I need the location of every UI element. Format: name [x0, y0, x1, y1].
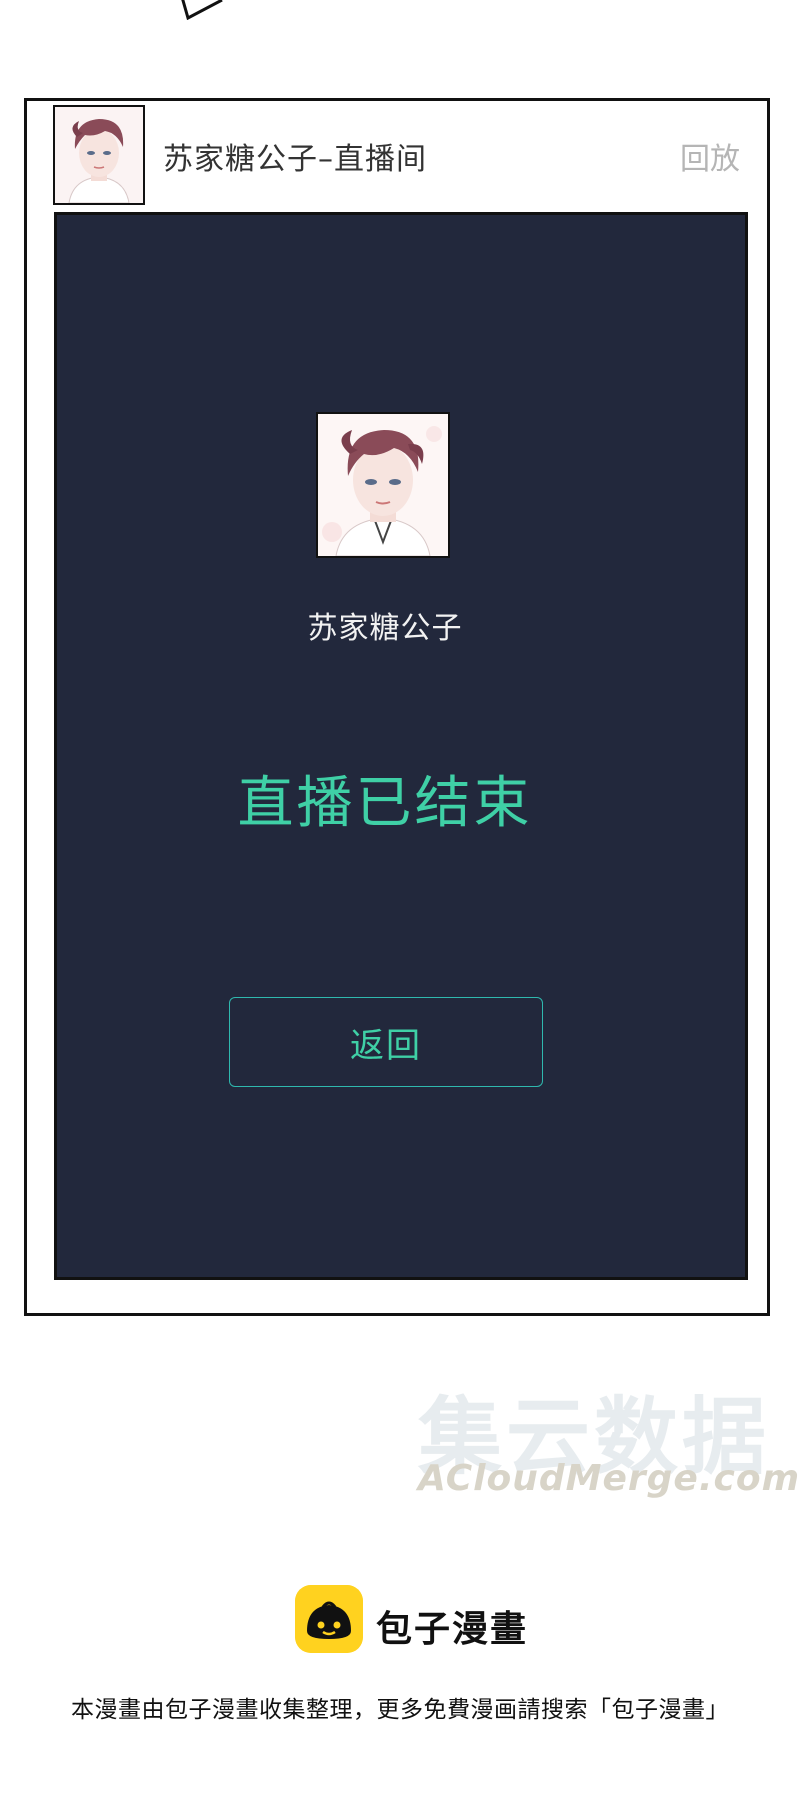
footer-note: 本漫畫由包子漫畫收集整理，更多免費漫画請搜索「包子漫畫」	[71, 1697, 729, 1723]
live-screen	[54, 212, 748, 1280]
live-ended-status: 直播已结束	[237, 771, 533, 836]
speech-bubble-tail	[181, 0, 223, 20]
watermark: 集云数据 ACloudMerge.com	[418, 1370, 799, 1500]
watermark-text-en: ACloudMerge.com	[418, 1458, 800, 1499]
host-name: 苏家糖公子	[307, 611, 463, 646]
live-room-title: 苏家糖公子–直播间	[163, 142, 427, 177]
replay-button[interactable]: 回放	[680, 134, 740, 178]
header-avatar	[53, 105, 145, 205]
baozi-logo-icon	[295, 1585, 363, 1653]
back-button[interactable]: 返回	[229, 997, 543, 1087]
brand-name: 包子漫畫	[376, 1609, 529, 1650]
host-avatar	[316, 412, 450, 558]
